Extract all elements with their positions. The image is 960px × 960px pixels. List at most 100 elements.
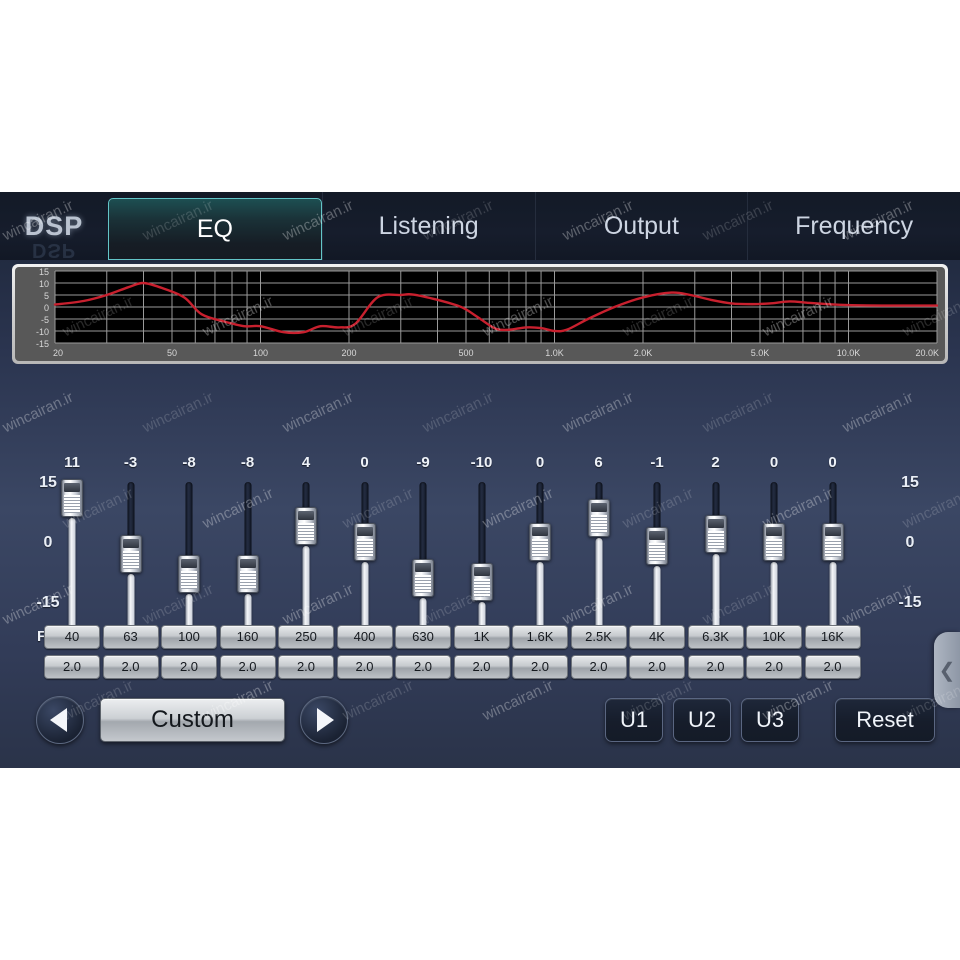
q-value-cell[interactable]: 2.0 <box>336 655 393 679</box>
gain-value: -9 <box>416 454 430 471</box>
fc-value-cell[interactable]: 160 <box>219 625 276 649</box>
q-value-cell[interactable]: 2.0 <box>687 655 744 679</box>
svg-text:10: 10 <box>39 279 49 289</box>
gain-value: 4 <box>301 454 311 471</box>
tab-eq[interactable]: EQ <box>108 198 322 260</box>
svg-text:1.0K: 1.0K <box>545 348 564 358</box>
next-preset-button[interactable] <box>300 696 348 744</box>
slider-thumb[interactable] <box>587 499 610 537</box>
q-value-cell[interactable]: 2.0 <box>746 655 802 679</box>
fc-value-cell[interactable]: 100 <box>161 625 217 649</box>
panel-collapse-handle[interactable]: ❮ <box>934 632 960 708</box>
user-preset-u2-label: U2 <box>687 707 717 732</box>
slider-thumb[interactable] <box>236 555 259 593</box>
tab-listening[interactable]: Listening <box>321 192 535 260</box>
slider-thumb-grip <box>298 523 314 541</box>
svg-text:15: 15 <box>39 267 49 277</box>
gain-value: 0 <box>828 454 837 471</box>
tab-bar: DSP DSP EQ Listening Output Frequency <box>0 192 960 261</box>
user-preset-u1-label: U1 <box>619 707 649 732</box>
fc-row: FC: 40631001602504006301K1.6K2.5K4K6.3K1… <box>0 624 960 650</box>
q-value-cell[interactable]: 2.0 <box>629 655 685 679</box>
eq-band-slider[interactable] <box>166 482 212 646</box>
gain-value: -3 <box>123 454 138 471</box>
slider-thumb-grip <box>239 571 256 589</box>
fc-value-cell[interactable]: 10K <box>746 625 802 649</box>
eq-band-slider[interactable] <box>283 482 329 646</box>
fc-value-cell[interactable]: 40 <box>44 625 100 649</box>
user-preset-u3-button[interactable]: U3 <box>741 698 799 742</box>
reset-button[interactable]: Reset <box>835 698 935 742</box>
q-value-cell[interactable]: 2.0 <box>512 655 568 679</box>
q-value-cell[interactable]: 2.0 <box>570 655 627 679</box>
fc-value-cell[interactable]: 2.5K <box>570 625 627 649</box>
slider-thumb-grip <box>766 539 782 557</box>
q-value-cell[interactable]: 2.0 <box>453 655 510 679</box>
slider-track-upper <box>419 482 427 564</box>
watermark-text: wincairan.ir <box>279 388 356 437</box>
eq-band-slider[interactable] <box>810 482 856 646</box>
gain-scale-label: 0 <box>43 534 53 551</box>
eq-response-graph[interactable]: 15 10 5 0 -5 -10 -15 20 50 100 200 500 1.0K 2.0K 5.0K 1… <box>12 264 948 364</box>
eq-band-slider[interactable] <box>342 482 388 646</box>
eq-band-slider[interactable] <box>225 482 271 646</box>
slider-thumb[interactable] <box>412 559 434 597</box>
slider-thumb[interactable] <box>529 523 551 561</box>
slider-thumb[interactable] <box>763 523 785 561</box>
svg-text:20: 20 <box>53 348 63 358</box>
fc-value-cell[interactable]: 4K <box>629 625 685 649</box>
user-preset-u1-button[interactable]: U1 <box>605 698 663 742</box>
svg-text:10.0K: 10.0K <box>837 348 861 358</box>
q-value-cell[interactable]: 2.0 <box>804 655 861 679</box>
fc-value-cell[interactable]: 1.6K <box>512 625 568 649</box>
triangle-left-icon <box>50 708 67 732</box>
slider-thumb-grip <box>473 579 490 597</box>
fc-value-cell[interactable]: 1K <box>453 625 510 649</box>
svg-text:200: 200 <box>341 348 356 358</box>
slider-thumb[interactable] <box>178 555 200 593</box>
tab-frequency[interactable]: Frequency <box>747 192 960 260</box>
slider-thumb[interactable] <box>821 523 844 561</box>
q-value-cell[interactable]: 2.0 <box>44 655 100 679</box>
q-value-cell[interactable]: 2.0 <box>278 655 334 679</box>
user-preset-u2-button[interactable]: U2 <box>673 698 731 742</box>
preset-name-button[interactable]: Custom <box>100 698 285 742</box>
svg-text:20.0K: 20.0K <box>915 348 939 358</box>
reset-button-label: Reset <box>856 707 914 732</box>
tab-output[interactable]: Output <box>534 192 748 260</box>
slider-thumb[interactable] <box>353 523 376 561</box>
fc-value-cell[interactable]: 16K <box>804 625 861 649</box>
watermark-text: wincairan.ir <box>419 388 496 437</box>
eq-band-slider[interactable] <box>459 482 505 646</box>
slider-thumb-grip <box>532 539 548 557</box>
q-value-cell[interactable]: 2.0 <box>219 655 276 679</box>
fc-value-cell[interactable]: 63 <box>102 625 159 649</box>
gain-scale-label: -15 <box>898 594 922 611</box>
eq-band-slider[interactable] <box>517 482 563 646</box>
watermark-text: wincairan.ir <box>0 388 76 437</box>
eq-band-slider[interactable] <box>49 479 95 646</box>
fc-value-cell[interactable]: 250 <box>278 625 334 649</box>
eq-band-slider[interactable] <box>751 482 797 646</box>
slider-thumb[interactable] <box>704 515 727 553</box>
tab-output-label: Output <box>603 211 679 240</box>
q-value-cell[interactable]: 2.0 <box>161 655 217 679</box>
slider-thumb-grip <box>64 495 80 513</box>
fc-value-cell[interactable]: 6.3K <box>687 625 744 649</box>
slider-thumb[interactable] <box>295 507 317 545</box>
slider-thumb[interactable] <box>119 535 142 573</box>
eq-band-slider[interactable] <box>400 482 446 646</box>
eq-band-slider[interactable] <box>576 482 622 646</box>
eq-band-slider[interactable] <box>108 482 154 646</box>
eq-band-slider[interactable] <box>634 482 680 646</box>
q-value-cell[interactable]: 2.0 <box>395 655 451 679</box>
q-value-cell[interactable]: 2.0 <box>102 655 159 679</box>
prev-preset-button[interactable] <box>36 696 84 744</box>
triangle-right-icon <box>317 708 334 732</box>
fc-value-cell[interactable]: 400 <box>336 625 393 649</box>
eq-band-slider[interactable] <box>693 482 739 646</box>
slider-thumb[interactable] <box>646 527 668 565</box>
fc-value-cell[interactable]: 630 <box>395 625 451 649</box>
slider-track-upper <box>185 482 193 560</box>
slider-thumb[interactable] <box>470 563 493 601</box>
